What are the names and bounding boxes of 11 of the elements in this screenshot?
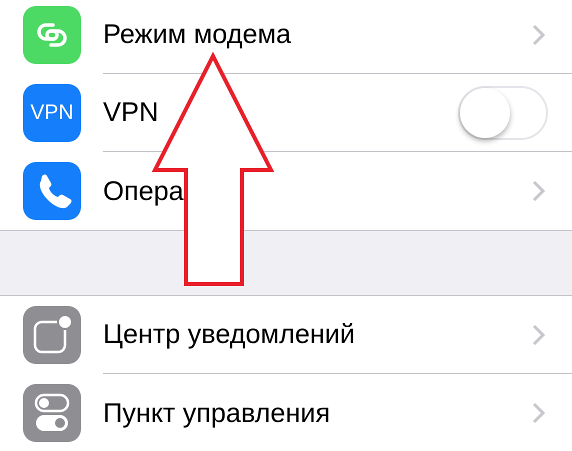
- setting-label: VPN: [103, 97, 159, 128]
- chevron-icon[interactable]: [532, 24, 546, 46]
- vpn-icon: VPN: [23, 84, 81, 142]
- chevron-icon[interactable]: [532, 402, 546, 424]
- setting-label: Опера: [103, 176, 184, 206]
- chevron-icon[interactable]: [532, 324, 546, 346]
- setting-label: Центр уведомлений: [103, 319, 355, 350]
- chevron-icon[interactable]: [532, 180, 546, 202]
- setting-label: Пункт управления: [103, 398, 330, 428]
- toggle-switch[interactable]: [458, 86, 548, 140]
- setting-label: Режим модема: [103, 19, 292, 50]
